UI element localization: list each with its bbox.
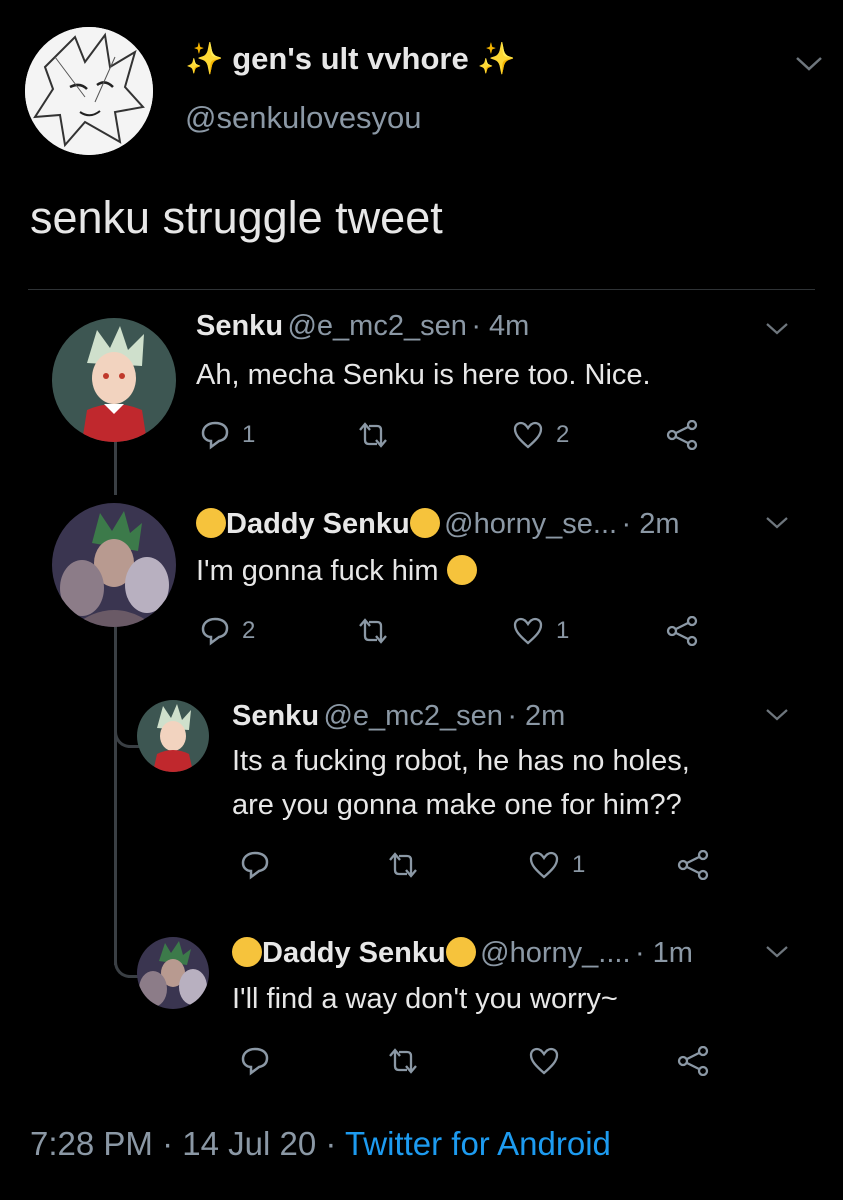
- reply-text-line: are you gonna make one for him??: [232, 789, 682, 821]
- share-icon: [665, 616, 699, 646]
- reply-text: I'm gonna fuck him: [196, 550, 477, 593]
- heart-icon: [512, 420, 544, 450]
- sparkles-icon: ✨: [185, 41, 224, 76]
- chevron-down-icon[interactable]: [765, 516, 789, 530]
- reply-time: · 1m: [634, 937, 693, 969]
- tweet-meta: 7:28 PM · 14 Jul 20 · Twitter for Androi…: [30, 1125, 611, 1163]
- reply-count: 2: [242, 617, 256, 644]
- reply-avatar[interactable]: [52, 318, 176, 442]
- weary-face-icon: [409, 508, 440, 538]
- reply-name[interactable]: Senku: [196, 310, 283, 342]
- reply-handle[interactable]: @horny_se...: [444, 508, 617, 540]
- share-icon: [665, 420, 699, 450]
- reply-time: · 2m: [621, 508, 680, 540]
- weary-face-icon: [232, 937, 262, 967]
- reply-header: Senku @e_mc2_sen · 2m: [232, 700, 565, 733]
- share-button[interactable]: [665, 616, 699, 646]
- like-button[interactable]: 1: [528, 850, 585, 880]
- share-button[interactable]: [665, 420, 699, 450]
- heart-icon: [528, 1046, 560, 1076]
- chevron-down-icon[interactable]: [765, 322, 789, 336]
- retweet-button[interactable]: [355, 616, 391, 646]
- retweet-icon: [355, 616, 391, 646]
- heart-icon: [512, 616, 544, 646]
- share-icon: [676, 1046, 710, 1076]
- tweet-date: 14 Jul 20: [182, 1125, 317, 1162]
- reply-icon: [200, 616, 230, 646]
- retweet-icon: [355, 420, 391, 450]
- reply-button[interactable]: 1: [200, 420, 255, 450]
- separator: ·: [162, 1125, 174, 1162]
- chevron-down-icon[interactable]: [795, 55, 823, 73]
- reply-avatar[interactable]: [137, 700, 209, 772]
- reply-avatar[interactable]: [52, 503, 176, 627]
- heart-icon: [528, 850, 560, 880]
- profile-avatar[interactable]: [25, 27, 153, 155]
- reply-text: Ah, mecha Senku is here too. Nice.: [196, 359, 651, 391]
- reply-name[interactable]: Senku: [232, 700, 319, 732]
- reply-text: I'll find a way don't you worry~: [232, 983, 618, 1015]
- user-handle[interactable]: @senkulovesyou: [185, 100, 422, 136]
- retweet-icon: [385, 1046, 421, 1076]
- sparkles-icon: ✨: [477, 41, 516, 76]
- reply-time: · 2m: [507, 700, 566, 732]
- reply-text-line: Its a fucking robot, he has no holes,: [232, 745, 690, 777]
- like-count: 2: [556, 421, 570, 448]
- reply-time: · 4m: [471, 310, 530, 342]
- thread-line: [114, 625, 117, 965]
- like-button[interactable]: [528, 1046, 560, 1076]
- reply-header: Daddy Senku @horny_se... · 2m: [196, 508, 680, 541]
- reply-avatar[interactable]: [137, 937, 209, 1009]
- retweet-button[interactable]: [385, 1046, 421, 1076]
- retweet-icon: [385, 850, 421, 880]
- reply-button[interactable]: 2: [200, 616, 255, 646]
- reply-icon: [200, 420, 230, 450]
- weary-face-icon: [445, 937, 476, 967]
- tweet-time: 7:28 PM: [30, 1125, 153, 1162]
- reply-name[interactable]: Daddy Senku: [196, 508, 440, 540]
- reply-icon: [240, 850, 270, 880]
- reply-name[interactable]: Daddy Senku: [232, 937, 476, 969]
- display-name[interactable]: ✨ gen's ult vvhore ✨: [185, 40, 516, 77]
- retweet-button[interactable]: [355, 420, 391, 450]
- weary-face-icon: [196, 508, 226, 538]
- like-count: 1: [556, 617, 570, 644]
- chevron-down-icon[interactable]: [765, 945, 789, 959]
- reply-handle[interactable]: @e_mc2_sen: [323, 700, 502, 732]
- chevron-down-icon[interactable]: [765, 708, 789, 722]
- reply-button[interactable]: [240, 1046, 270, 1076]
- like-button[interactable]: 1: [512, 616, 569, 646]
- reply-header: Senku @e_mc2_sen · 4m: [196, 310, 529, 343]
- display-name-text: gen's ult vvhore: [232, 41, 469, 76]
- tweet-text: senku struggle tweet: [30, 192, 443, 243]
- share-button[interactable]: [676, 850, 710, 880]
- like-count: 1: [572, 851, 586, 878]
- shushing-face-icon: [446, 555, 477, 585]
- like-button[interactable]: 2: [512, 420, 569, 450]
- client-link[interactable]: Twitter for Android: [345, 1125, 611, 1162]
- retweet-button[interactable]: [385, 850, 421, 880]
- reply-handle[interactable]: @horny_....: [480, 937, 630, 969]
- reply-count: 1: [242, 421, 256, 448]
- share-icon: [676, 850, 710, 880]
- reply-icon: [240, 1046, 270, 1076]
- reply-handle[interactable]: @e_mc2_sen: [287, 310, 466, 342]
- divider: [28, 289, 815, 290]
- thread-line: [114, 440, 117, 495]
- reply-header: Daddy Senku @horny_.... · 1m: [232, 937, 693, 970]
- share-button[interactable]: [676, 1046, 710, 1076]
- reply-button[interactable]: [240, 850, 270, 880]
- separator: ·: [325, 1125, 337, 1162]
